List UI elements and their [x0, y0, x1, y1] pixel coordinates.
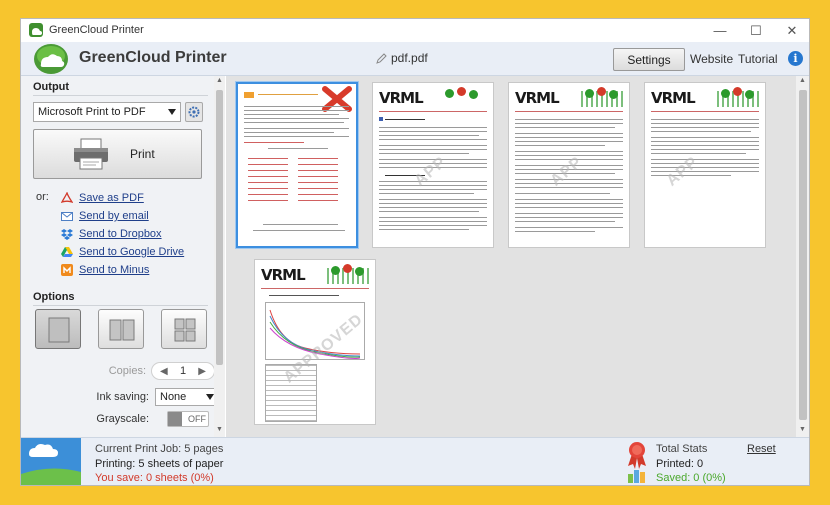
email-icon — [61, 212, 73, 221]
app-logo-icon — [29, 23, 43, 37]
vrml-logo: VRML — [261, 266, 306, 284]
title-bar: GreenCloud Printer — ☐ ✕ — [21, 19, 809, 42]
grayscale-value: OFF — [188, 414, 206, 424]
ink-saving-select[interactable]: None — [155, 388, 219, 406]
reset-link[interactable]: Reset — [747, 443, 776, 455]
send-by-email-link[interactable]: Send by email — [61, 208, 149, 224]
print-button[interactable]: Print — [33, 129, 202, 179]
layout-two-pages-button[interactable] — [98, 309, 144, 349]
copies-value: 1 — [179, 365, 187, 377]
print-button-label: Print — [130, 147, 155, 161]
printer-select[interactable]: Microsoft Print to PDF — [33, 102, 181, 122]
chevron-down-icon — [168, 109, 176, 115]
output-section-title: Output — [33, 81, 70, 93]
vrml-logo: VRML — [651, 89, 696, 107]
printer-settings-button[interactable] — [185, 102, 203, 122]
options-divider — [33, 305, 208, 306]
ink-saving-label: Ink saving: — [96, 391, 149, 403]
window-title: GreenCloud Printer — [49, 24, 144, 36]
output-divider — [33, 95, 208, 96]
save-as-pdf-link[interactable]: Save as PDF — [61, 190, 144, 206]
saved-count: Saved: 0 (0%) — [656, 472, 726, 484]
maximize-button[interactable]: ☐ — [738, 19, 774, 42]
printing-text: Printing: 5 sheets of paper — [95, 458, 224, 470]
website-link[interactable]: Website — [690, 52, 733, 66]
page-thumbnail-5[interactable]: VRML APPROVED — [254, 259, 376, 425]
printer-select-value: Microsoft Print to PDF — [38, 106, 146, 118]
stats-award-icon — [628, 442, 646, 483]
info-icon[interactable]: i — [788, 51, 803, 66]
scrollbar-thumb[interactable] — [216, 90, 223, 365]
scroll-down-icon[interactable]: ▼ — [799, 426, 806, 433]
grayscale-label: Grayscale: — [96, 413, 149, 425]
minus-icon — [61, 264, 73, 276]
remove-page-icon[interactable] — [322, 86, 352, 112]
single-page-icon — [48, 317, 70, 343]
vrml-logo: VRML — [515, 89, 560, 107]
app-window: GreenCloud Printer — ☐ ✕ GreenCloud Prin… — [20, 18, 810, 486]
google-drive-icon — [61, 247, 73, 257]
file-name-text: pdf.pdf — [391, 51, 428, 65]
ink-saving-value: None — [160, 391, 187, 403]
app-header: GreenCloud Printer pdf.pdf Settings Webs… — [21, 42, 809, 76]
copies-label: Copies: — [108, 365, 146, 377]
pdf-icon — [61, 192, 73, 204]
current-job-text: Current Print Job: 5 pages — [95, 443, 224, 455]
layout-four-pages-button[interactable] — [161, 309, 207, 349]
page-thumbnail-1[interactable] — [236, 82, 358, 248]
close-button[interactable]: ✕ — [774, 19, 809, 42]
decrement-icon[interactable]: ◀ — [160, 366, 168, 377]
file-name: pdf.pdf — [376, 51, 428, 65]
increment-icon[interactable]: ▶ — [198, 366, 206, 377]
scroll-up-icon[interactable]: ▲ — [216, 77, 223, 84]
send-to-minus-label: Send to Minus — [79, 264, 150, 276]
total-stats-title: Total Stats — [656, 443, 708, 455]
printed-count: Printed: 0 — [656, 458, 704, 470]
scroll-down-icon[interactable]: ▼ — [216, 426, 223, 433]
two-pages-icon — [109, 319, 135, 341]
dropbox-icon — [61, 229, 73, 240]
save-as-pdf-label: Save as PDF — [79, 192, 144, 204]
page-thumbnail-2[interactable]: VRML APP — [372, 82, 494, 248]
you-save-text: You save: 0 sheets (0%) — [95, 472, 214, 484]
page-thumbnail-3[interactable]: VRML APP — [508, 82, 630, 248]
send-to-dropbox-link[interactable]: Send to Dropbox — [61, 226, 162, 242]
send-to-google-drive-link[interactable]: Send to Google Drive — [61, 244, 184, 260]
printer-icon — [74, 138, 108, 170]
landscape-illustration-icon — [21, 438, 81, 485]
send-by-email-label: Send by email — [79, 210, 149, 222]
tutorial-link[interactable]: Tutorial — [738, 52, 778, 66]
preview-scrollbar[interactable]: ▲ ▼ — [796, 76, 809, 437]
chevron-down-icon — [206, 394, 214, 400]
minimize-button[interactable]: — — [702, 19, 738, 42]
or-label: or: — [36, 191, 49, 203]
pencil-icon — [376, 52, 387, 64]
layout-one-page-button[interactable] — [35, 309, 81, 349]
page-preview-area: VRML APP VRML APP VRML APP VRML APPROVED — [226, 76, 796, 437]
status-bar: Current Print Job: 5 pages Printing: 5 s… — [21, 437, 809, 485]
send-to-dropbox-label: Send to Dropbox — [79, 228, 162, 240]
greencloud-logo-icon — [34, 44, 68, 74]
page-thumbnail-4[interactable]: VRML APP — [644, 82, 766, 248]
grayscale-toggle[interactable]: OFF — [167, 411, 209, 427]
scroll-up-icon[interactable]: ▲ — [799, 77, 806, 84]
toggle-knob — [168, 412, 182, 426]
copies-stepper[interactable]: ◀ 1 ▶ — [151, 362, 215, 380]
options-section-title: Options — [33, 291, 75, 303]
page-graphic — [244, 92, 254, 98]
scrollbar-thumb[interactable] — [799, 90, 807, 420]
send-to-google-drive-label: Send to Google Drive — [79, 246, 185, 258]
settings-button[interactable]: Settings — [613, 48, 685, 71]
gear-icon — [188, 106, 200, 118]
four-pages-icon — [174, 318, 196, 342]
send-to-minus-link[interactable]: Send to Minus — [61, 262, 149, 278]
app-name: GreenCloud Printer — [79, 49, 227, 66]
vrml-logo: VRML — [379, 89, 424, 107]
left-panel-scrollbar[interactable]: ▲ ▼ — [214, 76, 225, 437]
